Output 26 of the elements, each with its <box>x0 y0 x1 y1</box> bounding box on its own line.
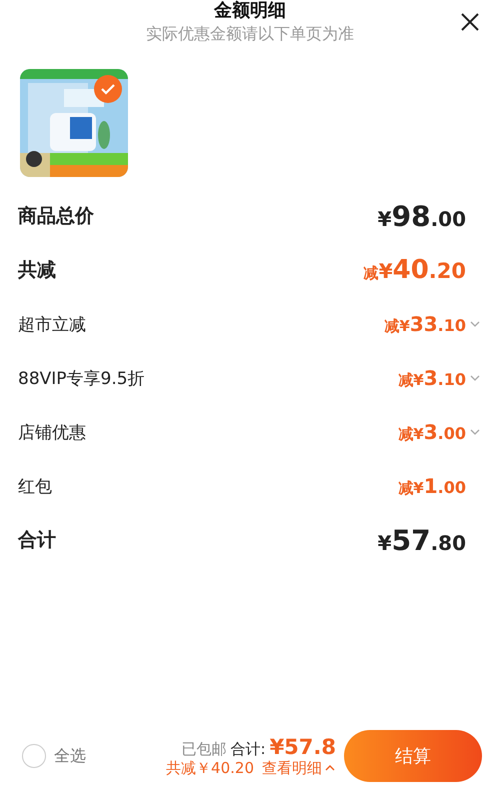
row-label: 店铺优惠 <box>18 422 86 444</box>
row-label: 红包 <box>18 476 52 498</box>
amount: ¥98.00 <box>378 200 466 232</box>
row-label: 商品总价 <box>18 204 94 229</box>
row-label: 合计 <box>18 528 56 553</box>
row-label: 88VIP专享9.5折 <box>18 368 145 390</box>
details-link[interactable]: 查看明细 <box>262 758 336 778</box>
checkmark-icon <box>100 81 116 97</box>
radio-button[interactable] <box>22 744 46 768</box>
amount: 减¥3.10 <box>398 366 482 390</box>
amount: 减¥3.00 <box>398 420 482 444</box>
select-all-label: 全选 <box>54 746 86 766</box>
shipping-note: 已包邮 <box>182 740 226 758</box>
total-price: ¥57.8 <box>270 734 336 758</box>
sheet-title: 金额明细 <box>214 0 286 22</box>
checkout-button[interactable]: 结算 <box>344 730 482 782</box>
saving-text: 共减￥40.20 <box>166 758 254 778</box>
amount: 减¥40.20 <box>364 255 466 285</box>
total-label: 合计: <box>230 740 266 758</box>
row-label: 超市立减 <box>18 314 86 336</box>
close-icon[interactable] <box>460 12 480 32</box>
row-label: 共减 <box>18 258 56 283</box>
amount: 减¥33.10 <box>384 312 482 336</box>
sheet-subtitle: 实际优惠金额请以下单页为准 <box>146 24 354 45</box>
amount: 减¥1.00 <box>398 474 466 498</box>
amount: ¥57.80 <box>378 524 466 556</box>
